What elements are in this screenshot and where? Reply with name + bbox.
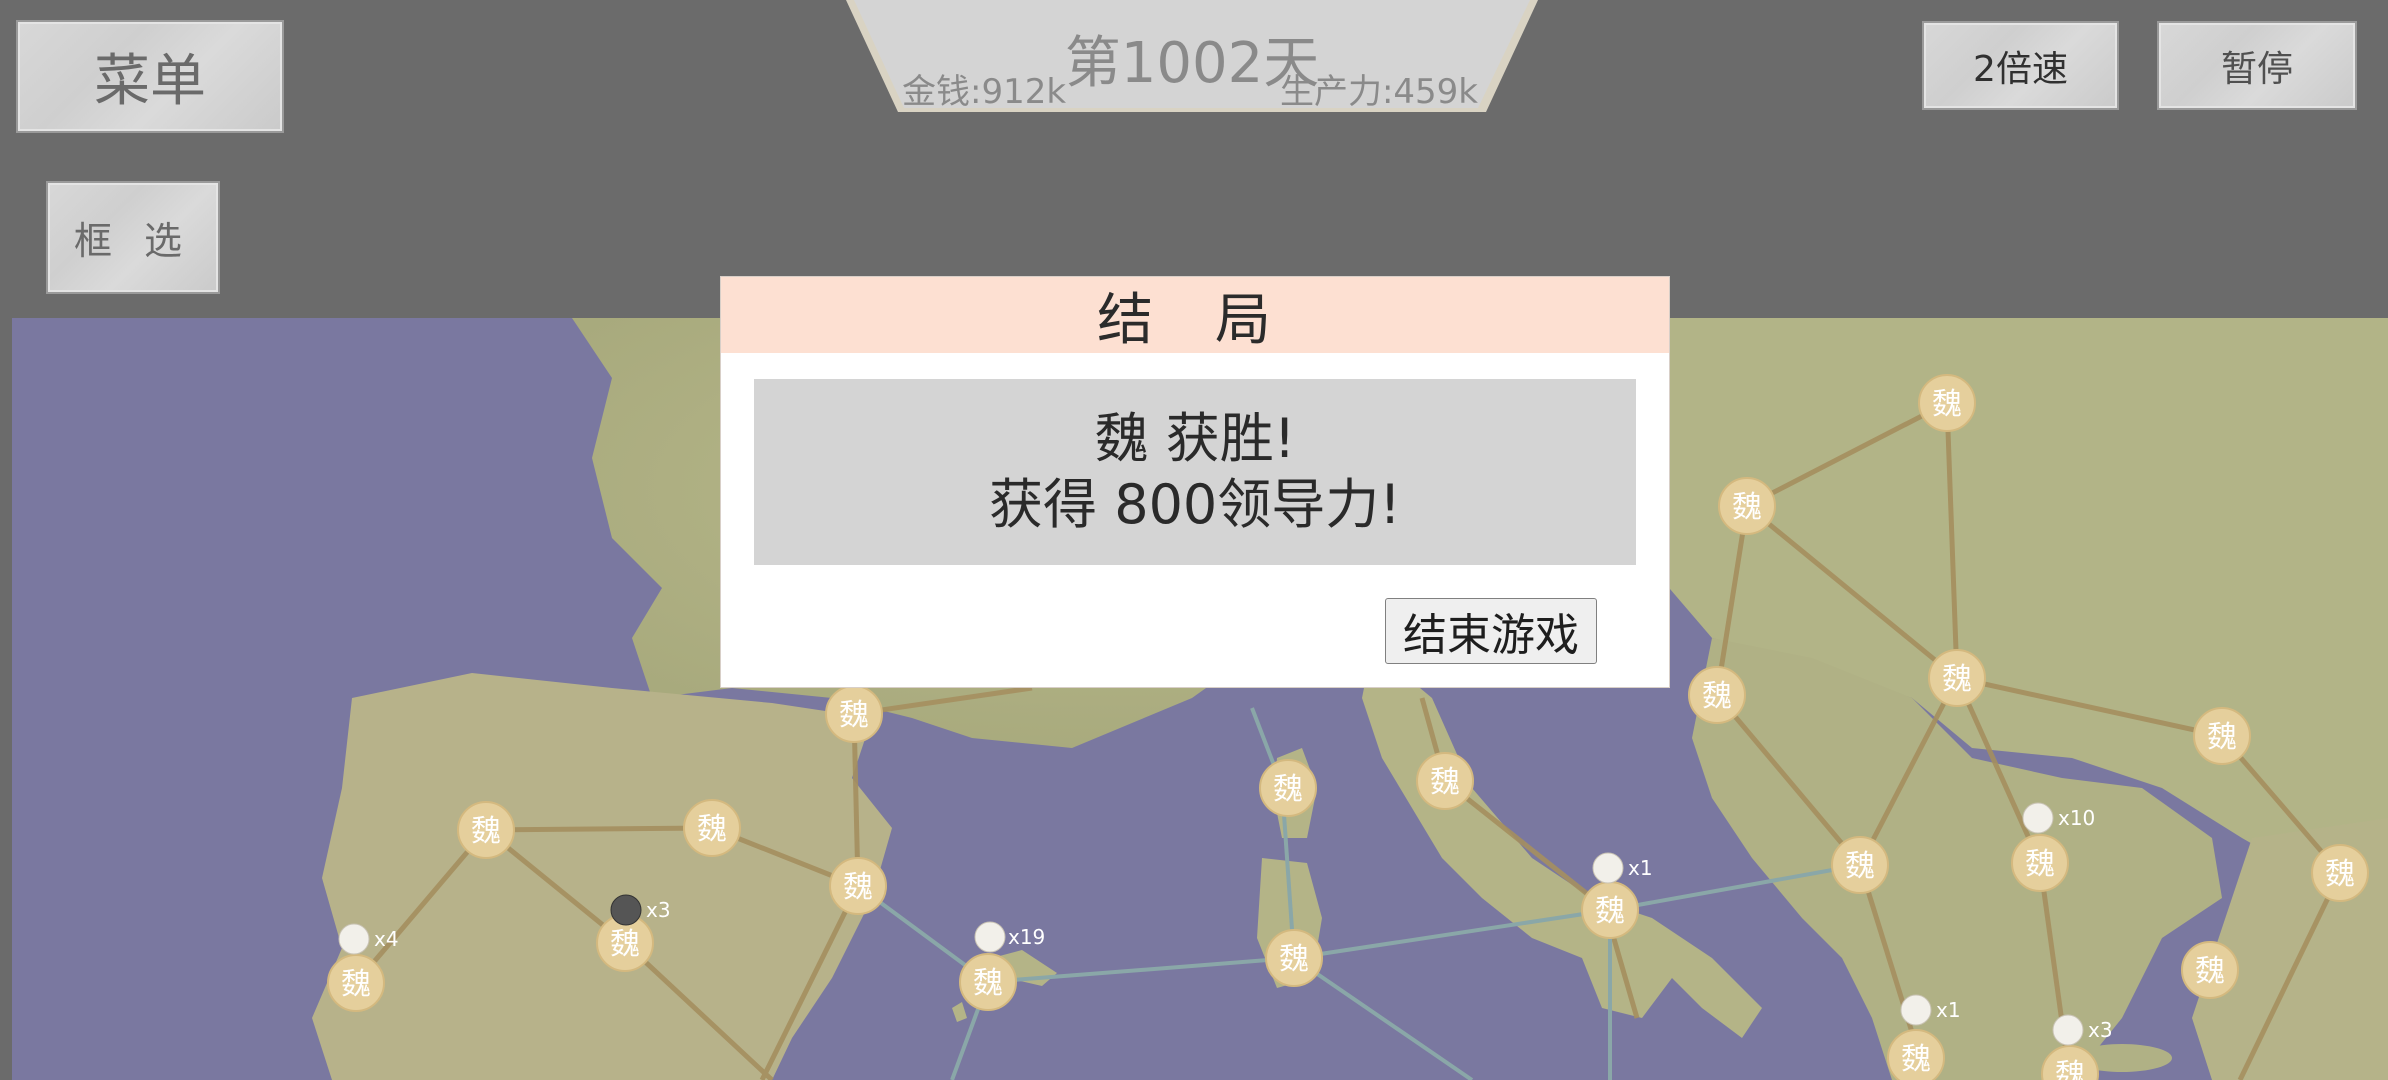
army-marker[interactable]: x10 <box>2022 802 2095 834</box>
svg-text:魏: 魏 <box>2055 1058 2085 1080</box>
city-node[interactable]: 魏 <box>1718 477 1776 535</box>
svg-text:魏: 魏 <box>2325 857 2355 892</box>
city-node[interactable]: 魏 <box>683 799 741 857</box>
svg-text:魏: 魏 <box>1702 679 1732 714</box>
army-marker[interactable]: x4 <box>338 923 399 955</box>
city-node[interactable]: 魏 <box>829 857 887 915</box>
svg-text:魏: 魏 <box>843 870 873 905</box>
svg-text:x3: x3 <box>2088 1018 2113 1042</box>
city-node[interactable]: 魏 <box>2311 844 2369 902</box>
svg-text:魏: 魏 <box>471 814 501 849</box>
svg-text:x1: x1 <box>1936 998 1961 1022</box>
svg-text:魏: 魏 <box>839 698 869 733</box>
svg-text:x10: x10 <box>2058 806 2095 830</box>
svg-text:x19: x19 <box>1008 925 1045 949</box>
city-node[interactable]: 魏 <box>2041 1045 2099 1080</box>
svg-text:魏: 魏 <box>1279 942 1309 977</box>
svg-text:魏: 魏 <box>697 812 727 847</box>
svg-text:x3: x3 <box>646 898 671 922</box>
production-counter: 生产力:459k <box>1279 72 1478 112</box>
city-node[interactable]: 魏 <box>2011 834 2069 892</box>
speed-button[interactable]: 2倍速 <box>1922 21 2119 110</box>
army-marker[interactable]: x19 <box>974 921 1045 953</box>
city-node[interactable]: 魏 <box>457 801 515 859</box>
pause-button[interactable]: 暂停 <box>2157 21 2357 110</box>
svg-text:x1: x1 <box>1628 856 1653 880</box>
city-node[interactable]: 魏 <box>1688 666 1746 724</box>
svg-text:魏: 魏 <box>2025 847 2055 882</box>
svg-text:x4: x4 <box>374 927 399 951</box>
svg-text:魏: 魏 <box>1273 772 1303 807</box>
menu-button[interactable]: 菜单 <box>16 20 284 133</box>
svg-text:魏: 魏 <box>1595 894 1625 929</box>
svg-text:魏: 魏 <box>610 927 640 962</box>
city-node[interactable]: 魏 <box>1928 649 1986 707</box>
city-node[interactable]: 魏 <box>1259 759 1317 817</box>
svg-text:魏: 魏 <box>1942 662 1972 697</box>
svg-text:魏: 魏 <box>1901 1042 1931 1077</box>
city-node[interactable]: 魏 <box>1831 836 1889 894</box>
box-select-button[interactable]: 框 选 <box>46 181 220 294</box>
ending-dialog: 结 局 魏 获胜! 获得 800领导力! 结束游戏 <box>720 276 1670 688</box>
end-game-button[interactable]: 结束游戏 <box>1385 598 1597 664</box>
city-node[interactable]: 魏 <box>825 685 883 743</box>
army-marker[interactable]: x1 <box>1592 852 1653 884</box>
city-node[interactable]: 魏 <box>1581 881 1639 939</box>
city-node[interactable]: 魏 <box>1265 929 1323 987</box>
svg-text:魏: 魏 <box>1845 849 1875 884</box>
money-counter: 金钱:912k <box>902 72 1067 112</box>
army-marker[interactable]: x1 <box>1900 994 1961 1026</box>
reward-text: 获得 800领导力! <box>989 473 1401 536</box>
dialog-title: 结 局 <box>721 277 1669 353</box>
svg-text:魏: 魏 <box>1932 387 1962 422</box>
city-node[interactable]: 魏 <box>2193 707 2251 765</box>
city-node[interactable]: 魏 <box>1887 1029 1945 1080</box>
city-node[interactable]: 魏 <box>1416 752 1474 810</box>
svg-text:魏: 魏 <box>1732 490 1762 525</box>
dialog-message: 魏 获胜! 获得 800领导力! <box>754 379 1636 565</box>
svg-text:魏: 魏 <box>973 966 1003 1001</box>
city-node[interactable]: 魏 <box>959 953 1017 1011</box>
city-node[interactable]: 魏 <box>327 954 385 1012</box>
city-node[interactable]: 魏 <box>2181 941 2239 999</box>
status-banner: 第1002天 金钱:912k 生产力:459k <box>846 0 1538 112</box>
victory-text: 魏 获胜! <box>1094 407 1296 470</box>
army-marker[interactable]: x3 <box>2052 1014 2113 1046</box>
svg-text:魏: 魏 <box>341 967 371 1002</box>
city-node[interactable]: 魏 <box>1918 374 1976 432</box>
svg-text:魏: 魏 <box>2195 954 2225 989</box>
svg-text:魏: 魏 <box>1430 765 1460 800</box>
svg-text:魏: 魏 <box>2207 720 2237 755</box>
